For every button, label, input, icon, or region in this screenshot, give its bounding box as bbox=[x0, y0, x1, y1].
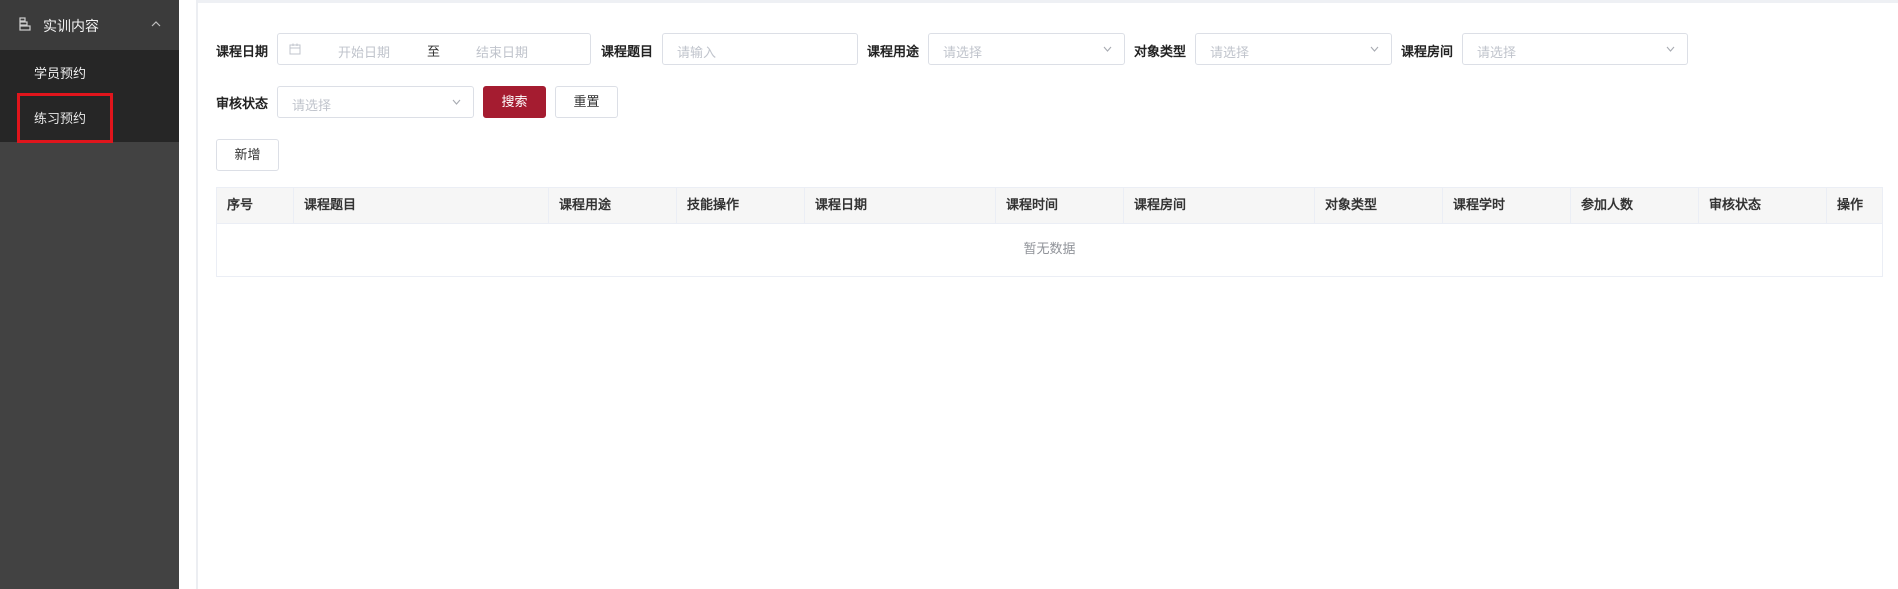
add-button[interactable]: 新增 bbox=[216, 139, 279, 171]
table-empty-text: 暂无数据 bbox=[1023, 242, 1076, 257]
column-header-participants: 参加人数 bbox=[1571, 188, 1699, 224]
course-use-label: 课程用途 bbox=[867, 45, 920, 60]
chevron-down-icon bbox=[1103, 46, 1112, 52]
chevron-up-icon bbox=[151, 21, 161, 27]
column-header-target-type: 对象类型 bbox=[1315, 188, 1443, 224]
column-header-index: 序号 bbox=[217, 188, 294, 224]
course-room-placeholder: 请选择 bbox=[1477, 46, 1517, 61]
chevron-down-icon bbox=[1666, 46, 1675, 52]
content-divider bbox=[196, 0, 198, 589]
course-use-placeholder: 请选择 bbox=[943, 46, 983, 61]
course-room-select[interactable]: 请选择 bbox=[1462, 33, 1688, 65]
calendar-icon bbox=[289, 43, 301, 55]
menu-group-header[interactable]: 实训内容 bbox=[0, 0, 179, 50]
range-separator: 至 bbox=[427, 45, 441, 60]
course-topic-input[interactable]: 请输入 bbox=[662, 33, 858, 65]
folder-icon bbox=[19, 17, 31, 31]
sidebar-item-student-booking[interactable]: 学员预约 bbox=[34, 63, 86, 82]
review-status-label: 审核状态 bbox=[216, 97, 269, 112]
sidebar: 实训内容 学员预约 练习预约 bbox=[0, 0, 179, 589]
table-header: 序号 课程题目 课程用途 技能操作 课程日期 课程时间 课程房间 对象类型 课程… bbox=[217, 188, 1882, 224]
review-status-placeholder: 请选择 bbox=[292, 99, 332, 114]
course-date-label: 课程日期 bbox=[216, 45, 269, 60]
menu-group-title: 实训内容 bbox=[43, 19, 99, 35]
column-header-skill-operation: 技能操作 bbox=[677, 188, 805, 224]
course-topic-placeholder: 请输入 bbox=[677, 46, 717, 61]
booking-table: 序号 课程题目 课程用途 技能操作 课程日期 课程时间 课程房间 对象类型 课程… bbox=[216, 187, 1883, 277]
course-room-label: 课程房间 bbox=[1401, 45, 1454, 60]
top-divider bbox=[197, 0, 1898, 3]
column-header-course-use: 课程用途 bbox=[549, 188, 677, 224]
review-status-select[interactable]: 请选择 bbox=[277, 86, 474, 118]
column-header-actions: 操作 bbox=[1837, 198, 1864, 213]
reset-button[interactable]: 重置 bbox=[555, 86, 618, 118]
column-header-course-topic: 课程题目 bbox=[294, 188, 549, 224]
target-type-placeholder: 请选择 bbox=[1210, 46, 1250, 61]
selection-highlight-box bbox=[17, 93, 113, 143]
column-header-course-room: 课程房间 bbox=[1124, 188, 1315, 224]
search-button[interactable]: 搜索 bbox=[483, 86, 546, 118]
column-header-course-date: 课程日期 bbox=[805, 188, 996, 224]
column-header-course-hours: 课程学时 bbox=[1443, 188, 1571, 224]
column-header-review-status: 审核状态 bbox=[1699, 188, 1827, 224]
course-date-range-picker[interactable]: 开始日期 至 结束日期 bbox=[277, 33, 591, 65]
chevron-down-icon bbox=[1370, 46, 1379, 52]
chevron-down-icon bbox=[452, 99, 461, 105]
start-date-input[interactable]: 开始日期 bbox=[338, 42, 390, 61]
course-use-select[interactable]: 请选择 bbox=[928, 33, 1125, 65]
course-topic-label: 课程题目 bbox=[601, 45, 654, 60]
column-header-course-time: 课程时间 bbox=[996, 188, 1124, 224]
target-type-label: 对象类型 bbox=[1134, 45, 1187, 60]
target-type-select[interactable]: 请选择 bbox=[1195, 33, 1392, 65]
end-date-input[interactable]: 结束日期 bbox=[476, 42, 528, 61]
